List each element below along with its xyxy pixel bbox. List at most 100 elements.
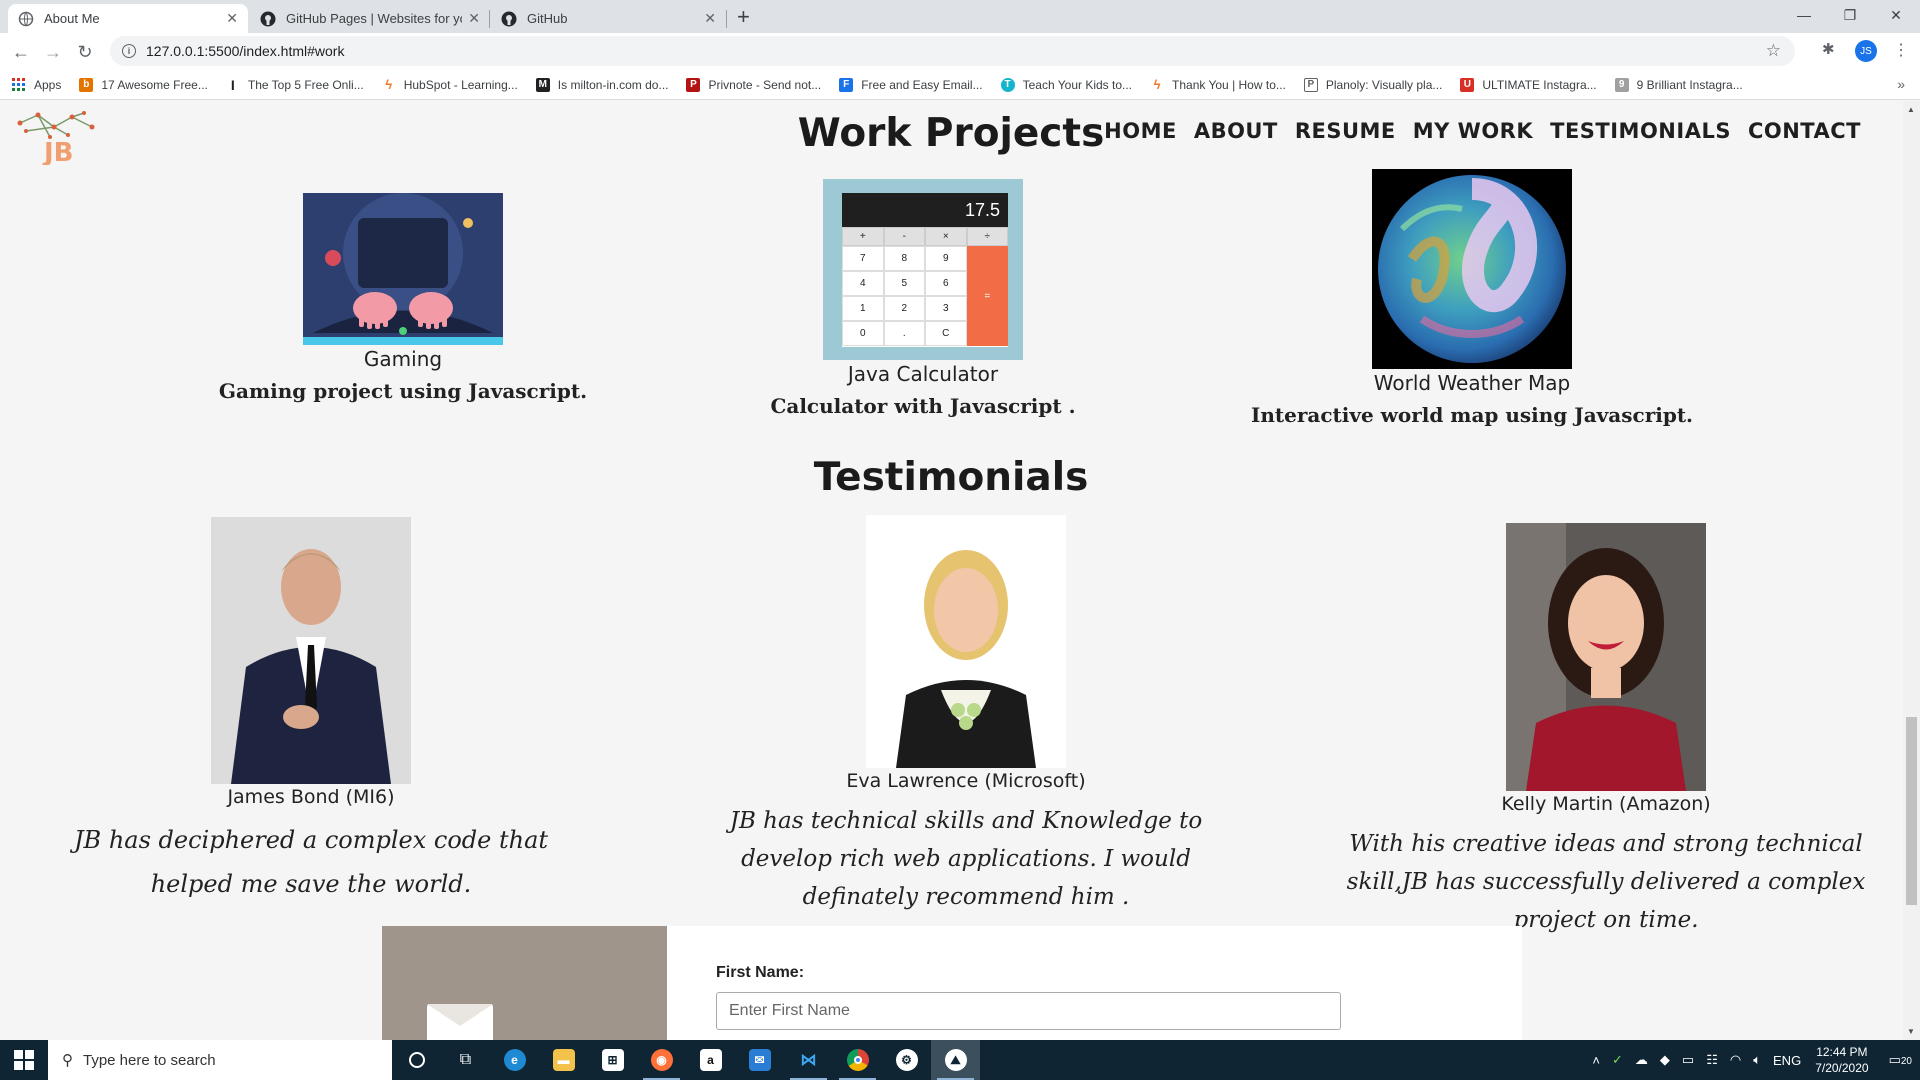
bookmark-favicon-icon: 9: [1614, 77, 1629, 92]
bookmark-item[interactable]: ϟ HubSpot - Learning...: [381, 77, 518, 92]
bookmark-item[interactable]: U ULTIMATE Instagra...: [1460, 77, 1597, 92]
project-card-weather-map: World Weather Map Interactive world map …: [1222, 169, 1722, 427]
testimonial-author: Kelly Martin (Amazon): [1501, 793, 1711, 815]
bookmark-item[interactable]: M Is milton-in.com do...: [535, 77, 668, 92]
amazon-icon[interactable]: a: [686, 1040, 735, 1080]
cortana-icon[interactable]: [392, 1040, 441, 1080]
bookmark-item[interactable]: I The Top 5 Free Onli...: [225, 77, 364, 93]
bookmark-favicon-icon: T: [1000, 77, 1015, 92]
tab-title: About Me: [44, 11, 100, 26]
testimonial-author: Eva Lawrence (Microsoft): [846, 770, 1086, 792]
back-button[interactable]: ←: [8, 39, 34, 65]
tab-about-me[interactable]: About Me ✕: [8, 4, 248, 33]
bookmark-label: Apps: [34, 77, 62, 92]
photos-icon[interactable]: ⛰: [931, 1040, 980, 1080]
bookmark-favicon-icon: U: [1460, 77, 1475, 92]
bookmarks-overflow-icon[interactable]: »: [1897, 76, 1905, 92]
start-button[interactable]: [0, 1040, 48, 1080]
volume-icon[interactable]: 🔈︎: [1753, 1052, 1761, 1068]
eva-lawrence-photo: [866, 515, 1066, 768]
bookmark-item[interactable]: b 17 Awesome Free...: [79, 77, 208, 92]
bookmark-item[interactable]: P Privnote - Send not...: [686, 77, 821, 92]
system-tray: ˄ ✓ ☁ ◆ ▭ ☷ ◠ 🔈︎ ENG 12:44 PM 7/20/2020 …: [1586, 1040, 1920, 1080]
battery-icon[interactable]: ▭: [1682, 1052, 1694, 1068]
first-name-input[interactable]: [716, 992, 1341, 1030]
vscode-icon[interactable]: ⋈: [784, 1040, 833, 1080]
browser-toolbar: ← → ↻ i 127.0.0.1:5500/index.html#work ☆: [0, 33, 1920, 70]
bookmark-label: HubSpot - Learning...: [403, 77, 518, 92]
clock-date: 7/20/2020: [1815, 1061, 1869, 1075]
store-icon[interactable]: ⊞: [588, 1040, 637, 1080]
gaming-project-image[interactable]: [303, 193, 503, 345]
weather-map-project-image[interactable]: [1372, 169, 1572, 369]
page-scrollbar[interactable]: ▲ ▼: [1903, 101, 1920, 1040]
nav-my-work[interactable]: MY WORK: [1413, 119, 1533, 143]
bookmarks-bar: Apps b 17 Awesome Free... I The Top 5 Free…: [0, 70, 1920, 100]
mail-icon[interactable]: ✉: [735, 1040, 784, 1080]
wifi-icon[interactable]: ◠: [1730, 1052, 1741, 1068]
calc-key-plus: +: [842, 227, 884, 246]
clock[interactable]: 12:44 PM 7/20/2020: [1815, 1044, 1868, 1076]
site-logo[interactable]: JB: [16, 109, 96, 168]
address-bar[interactable]: i 127.0.0.1:5500/index.html#work ☆: [110, 36, 1795, 66]
bookmark-item[interactable]: T Teach Your Kids to...: [1000, 77, 1132, 92]
bookmark-label: Free and Easy Email...: [861, 77, 983, 92]
firefox-icon[interactable]: ◉: [637, 1040, 686, 1080]
calc-key: 1: [842, 296, 884, 321]
bookmark-star-icon[interactable]: ☆: [1766, 41, 1781, 61]
bookmark-apps[interactable]: Apps: [12, 77, 62, 92]
edge-icon[interactable]: e: [490, 1040, 539, 1080]
git-icon[interactable]: ⚙: [882, 1040, 931, 1080]
nav-contact[interactable]: CONTACT: [1748, 119, 1861, 143]
calculator-project-image[interactable]: 17.5 + - × ÷ 7 8 9 4 5 6 1 2 3 0 . C =: [823, 179, 1023, 360]
new-tab-button[interactable]: +: [737, 6, 750, 28]
taskbar-search[interactable]: ⚲ Type here to search: [48, 1040, 392, 1080]
project-card-gaming: Gaming Gaming project using Javascript.: [153, 193, 653, 403]
scroll-up-arrow-icon[interactable]: ▲: [1907, 105, 1915, 114]
file-explorer-icon[interactable]: ▬: [539, 1040, 588, 1080]
scroll-down-arrow-icon[interactable]: ▼: [1907, 1027, 1915, 1036]
nav-resume[interactable]: RESUME: [1295, 119, 1396, 143]
bookmark-item[interactable]: P Planoly: Visually pla...: [1303, 77, 1442, 92]
tab-github[interactable]: GitHub ✕: [491, 4, 726, 33]
testimonial-author: James Bond (MI6): [227, 786, 395, 808]
nav-testimonials[interactable]: TESTIMONIALS: [1550, 119, 1731, 143]
calc-key: 6: [925, 271, 967, 296]
chrome-icon[interactable]: [833, 1040, 882, 1080]
contact-side-panel: [382, 926, 667, 1040]
browser-menu-icon[interactable]: ⋮: [1893, 40, 1909, 60]
notifications-icon[interactable]: ▭20: [1889, 1052, 1912, 1068]
dropbox-icon[interactable]: ◆: [1660, 1052, 1670, 1068]
calc-key: .: [883, 321, 925, 346]
forward-button[interactable]: →: [40, 39, 66, 65]
nav-home[interactable]: HOME: [1104, 119, 1177, 143]
extensions-icon[interactable]: ✱: [1822, 40, 1835, 58]
profile-avatar[interactable]: JS: [1855, 40, 1877, 62]
close-tab-icon[interactable]: ✕: [468, 10, 480, 27]
reload-button[interactable]: ↻: [72, 39, 98, 65]
close-window-button[interactable]: ✕: [1873, 0, 1919, 30]
bookmark-item[interactable]: 9 9 Brilliant Instagra...: [1614, 77, 1743, 92]
scrollbar-thumb[interactable]: [1906, 717, 1917, 905]
input-language[interactable]: ENG: [1773, 1053, 1801, 1068]
testimonial-card-kelly-martin: Kelly Martin (Amazon) With his creative …: [1326, 523, 1886, 939]
bookmark-item[interactable]: F Free and Easy Email...: [839, 77, 983, 92]
tab-github-pages[interactable]: GitHub Pages | Websites for you ✕: [250, 4, 490, 33]
close-tab-icon[interactable]: ✕: [704, 10, 716, 27]
task-view-icon[interactable]: ⧉: [441, 1040, 490, 1080]
restore-button[interactable]: ❐: [1827, 0, 1873, 30]
nav-about[interactable]: ABOUT: [1194, 119, 1278, 143]
info-icon[interactable]: i: [122, 44, 136, 58]
project-description: Calculator with Javascript .: [770, 394, 1076, 418]
testimonial-quote: JB has deciphered a complex code that he…: [73, 826, 549, 898]
calc-key: 5: [883, 271, 925, 296]
onedrive-icon[interactable]: ☁: [1635, 1052, 1648, 1068]
testimonial-card-james-bond: James Bond (MI6) JB has deciphered a com…: [31, 517, 591, 906]
network-icon[interactable]: ☷: [1706, 1052, 1718, 1068]
minimize-button[interactable]: —: [1781, 0, 1827, 30]
security-icon[interactable]: ✓: [1612, 1052, 1623, 1068]
chevron-up-icon[interactable]: ˄: [1592, 1053, 1600, 1068]
bookmark-item[interactable]: ϟ Thank You | How to...: [1150, 77, 1286, 92]
close-tab-icon[interactable]: ✕: [226, 10, 238, 27]
contact-form: First Name:: [382, 926, 1522, 1040]
